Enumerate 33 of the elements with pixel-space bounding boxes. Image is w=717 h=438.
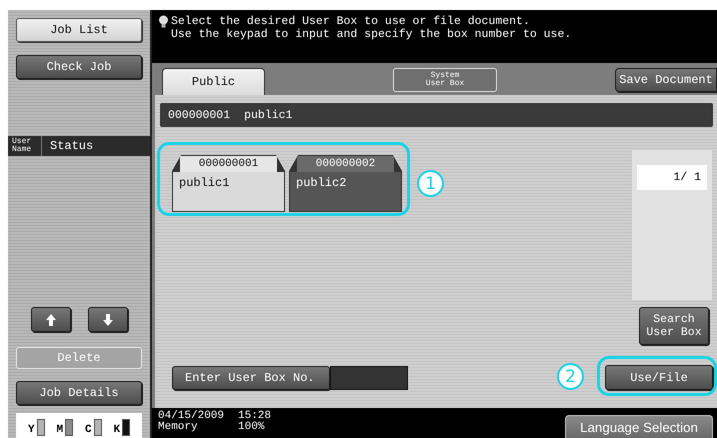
tab[interactable]: Public xyxy=(162,68,265,95)
sidebar-button[interactable]: Job Details xyxy=(16,381,142,405)
box-number-field[interactable] xyxy=(330,366,408,390)
save-document-button[interactable]: Save Document xyxy=(615,68,717,92)
toner-label: C xyxy=(84,424,92,436)
tab[interactable]: System User Box xyxy=(393,68,497,92)
enter-box-number-button[interactable]: Enter User Box No. xyxy=(172,366,330,390)
page-indicator: 1/ 1 xyxy=(637,165,707,190)
user-box-button[interactable]: 000000002 public2 xyxy=(289,155,402,212)
toner-label: M xyxy=(56,424,64,436)
sidebar-button[interactable]: Check Job xyxy=(16,55,142,79)
user-box-button[interactable]: 000000001 public1 xyxy=(172,155,285,212)
box-number: 000000001 xyxy=(168,108,230,122)
scroll-down-button[interactable] xyxy=(88,307,128,332)
date-text: 04/15/2009 xyxy=(158,411,226,422)
scroll-up-button[interactable] xyxy=(30,307,70,332)
column-header: Status xyxy=(49,139,94,153)
time-text: 15:28 xyxy=(238,411,272,422)
toner-label: K xyxy=(113,424,120,436)
memory-value: 100% xyxy=(238,422,266,433)
sidebar-button[interactable]: Job List xyxy=(16,18,142,42)
box-name: public1 xyxy=(244,108,292,122)
instruction-text: Use the keypad to input and specify the box number to use. xyxy=(171,28,572,41)
search-user-box-button[interactable]: Search User Box xyxy=(639,307,709,345)
lightbulb-icon xyxy=(158,15,169,28)
arrow-down-icon xyxy=(102,314,112,326)
instruction-text: Select the desired User Box to use or file document. xyxy=(171,15,531,28)
column-header: User Name xyxy=(8,136,42,156)
memory-label: Memory xyxy=(158,422,199,433)
arrow-up-icon xyxy=(46,314,56,326)
use-file-button[interactable]: Use/File xyxy=(605,365,713,390)
language-selection-button[interactable]: Language Selection xyxy=(565,415,713,438)
toner-label: Y xyxy=(28,424,35,436)
